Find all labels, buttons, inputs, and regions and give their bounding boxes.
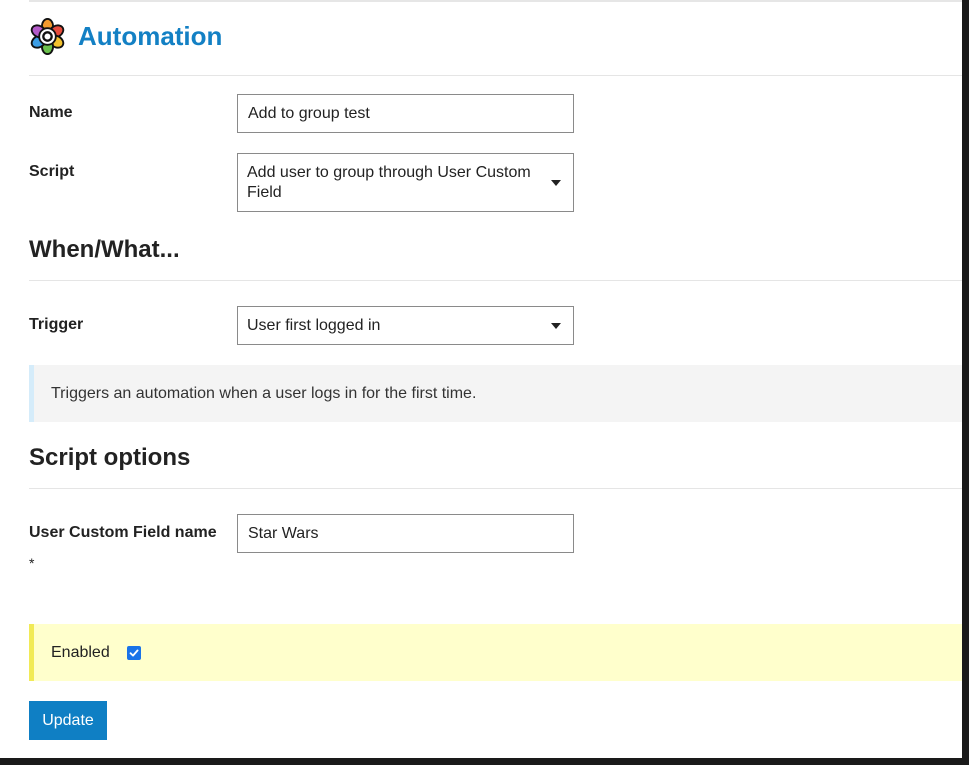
- custom-field-input[interactable]: Star Wars: [237, 514, 574, 553]
- enabled-label: Enabled: [51, 643, 110, 661]
- custom-field-input-value: Star Wars: [248, 524, 319, 542]
- script-options-heading: Script options: [29, 444, 191, 471]
- script-select-value: Add user to group through User Custom Fi…: [247, 163, 531, 201]
- update-button[interactable]: Update: [29, 701, 107, 740]
- enabled-row: Enabled: [29, 624, 962, 681]
- custom-field-label: User Custom Field name: [29, 524, 217, 541]
- name-input[interactable]: Add to group test: [237, 94, 574, 133]
- divider: [29, 488, 962, 489]
- name-input-value: Add to group test: [248, 104, 370, 122]
- window-frame-bottom: [0, 758, 969, 765]
- divider: [29, 75, 962, 76]
- trigger-select[interactable]: User first logged in: [237, 306, 574, 345]
- automation-form-page: Automation Name Add to group test Script…: [29, 0, 962, 758]
- trigger-description-text: Triggers an automation when a user logs …: [51, 384, 477, 402]
- required-marker: *: [29, 555, 35, 571]
- caret-down-icon: [551, 179, 561, 186]
- divider: [29, 280, 962, 281]
- name-label: Name: [29, 104, 73, 121]
- trigger-description: Triggers an automation when a user logs …: [29, 365, 962, 422]
- checkmark-icon: [129, 649, 139, 656]
- script-label: Script: [29, 163, 75, 180]
- when-what-heading: When/What...: [29, 236, 180, 263]
- caret-down-icon: [551, 322, 561, 329]
- trigger-label: Trigger: [29, 316, 84, 333]
- enabled-checkbox[interactable]: [126, 645, 141, 660]
- page-header: Automation: [29, 14, 222, 58]
- window-frame-right: [962, 0, 969, 765]
- flower-gear-icon: [30, 17, 65, 55]
- trigger-select-value: User first logged in: [247, 316, 381, 334]
- page-title: Automation: [78, 20, 223, 51]
- script-select[interactable]: Add user to group through User Custom Fi…: [237, 153, 574, 212]
